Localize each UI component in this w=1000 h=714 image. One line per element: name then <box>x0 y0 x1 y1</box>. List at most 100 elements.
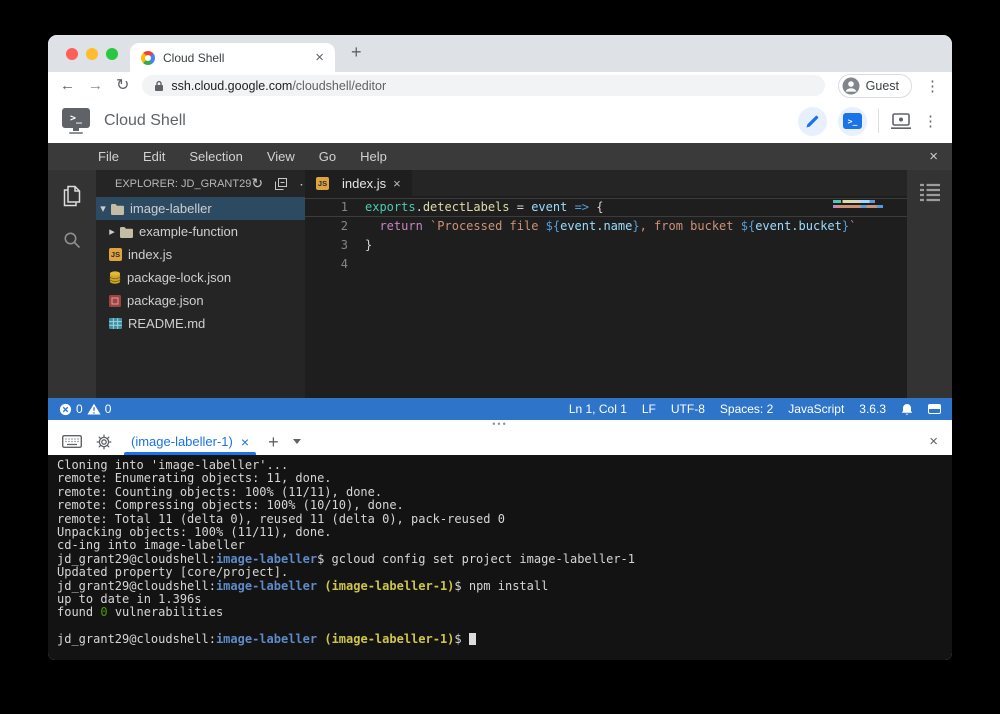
terminal[interactable]: Cloning into 'image-labeller'... remote: … <box>48 455 952 660</box>
chevron-right-icon <box>107 225 117 238</box>
terminal-token: jd_grant29@cloudshell: <box>57 632 216 646</box>
activity-bar <box>48 170 96 398</box>
tab-close-icon[interactable] <box>315 50 324 65</box>
forward-icon[interactable] <box>88 78 103 93</box>
bell-icon[interactable] <box>901 403 913 416</box>
back-icon[interactable] <box>60 78 75 93</box>
minimap-line <box>833 200 895 203</box>
url-path: /cloudshell/editor <box>292 79 386 93</box>
terminal-line: jd_grant29@cloudshell:image-labeller (im… <box>57 633 943 646</box>
refresh-icon[interactable] <box>251 175 263 192</box>
tree-item-label: example-function <box>139 224 238 239</box>
minimap-line <box>833 205 890 208</box>
tree-item-image-labeller[interactable]: image-labeller <box>96 197 305 220</box>
menu-bar: FileEditSelectionViewGoHelp <box>48 143 952 170</box>
open-editor-button[interactable] <box>798 107 827 136</box>
status-item[interactable]: JavaScript <box>788 402 844 416</box>
tree-item-package.json[interactable]: package.json <box>96 289 305 312</box>
profile-button[interactable]: Guest <box>838 74 912 98</box>
menu-item-view[interactable]: View <box>255 149 307 164</box>
code-line-text: exports.detectLabels = event => { <box>365 198 603 217</box>
terminal-panel-header: (image-labeller-1) <box>48 420 952 455</box>
status-item[interactable]: Spaces: 2 <box>720 402 773 416</box>
editor-tab-close-icon[interactable] <box>393 177 401 190</box>
zoom-window-button[interactable] <box>106 48 118 60</box>
minimize-window-button[interactable] <box>86 48 98 60</box>
close-window-button[interactable] <box>66 48 78 60</box>
new-terminal-icon[interactable] <box>268 433 279 451</box>
tree-item-label: package-lock.json <box>127 270 231 285</box>
browser-menu-icon[interactable] <box>925 77 940 95</box>
status-item[interactable]: UTF-8 <box>671 402 705 416</box>
terminal-line: jd_grant29@cloudshell:image-labeller$ gc… <box>57 553 943 566</box>
explorer-icon[interactable] <box>62 185 82 207</box>
chevron-down-icon <box>98 202 108 215</box>
status-item[interactable]: Ln 1, Col 1 <box>569 402 627 416</box>
desktop-background: { "browser": { "tab_title": "Cloud Shell… <box>0 0 1000 714</box>
terminal-tab[interactable]: (image-labeller-1) <box>126 428 254 455</box>
menu-item-selection[interactable]: Selection <box>177 149 254 164</box>
web-preview-icon[interactable] <box>890 113 912 130</box>
address-bar[interactable]: ssh.cloud.google.com/cloudshell/editor <box>142 75 824 96</box>
header-divider <box>878 109 879 133</box>
menu-item-go[interactable]: Go <box>307 149 348 164</box>
editor-close-icon[interactable] <box>929 148 938 165</box>
cloud-shell-favicon <box>141 51 155 65</box>
code-token <box>567 200 574 214</box>
pencil-icon <box>805 114 820 129</box>
terminal-token: $ npm install <box>454 579 548 593</box>
panel-resize-grip[interactable] <box>48 420 952 428</box>
terminal-line: Unpacking objects: 100% (11/11), done. <box>57 526 943 539</box>
terminal-dropdown-icon[interactable] <box>293 439 301 444</box>
toggle-panel-icon[interactable] <box>928 404 941 414</box>
code-token: return <box>379 219 422 233</box>
terminal-cursor <box>469 633 476 645</box>
terminal-line: found 0 vulnerabilities <box>57 606 943 619</box>
tree-item-index.js[interactable]: JSindex.js <box>96 243 305 266</box>
open-terminal-button[interactable]: >_ <box>838 107 867 136</box>
terminal-token: Cloning into 'image-labeller'... <box>57 458 288 472</box>
status-item[interactable]: LF <box>642 402 656 416</box>
browser-tab[interactable]: Cloud Shell <box>130 43 335 72</box>
tree-item-package-lock.json[interactable]: package-lock.json <box>96 266 305 289</box>
terminal-token: image-labeller <box>216 552 317 566</box>
outline-list-icon[interactable] <box>919 183 941 202</box>
terminal-token: remote: Total 11 (delta 0), reused 11 (d… <box>57 512 505 526</box>
line-number: 3 <box>305 236 365 255</box>
terminal-token: jd_grant29@cloudshell: <box>57 552 216 566</box>
menu-item-file[interactable]: File <box>86 149 131 164</box>
profile-label: Guest <box>866 79 899 93</box>
new-tab-button[interactable] <box>351 42 362 63</box>
line-number: 2 <box>305 217 365 236</box>
collapse-all-icon[interactable] <box>274 177 288 191</box>
minimap[interactable] <box>833 200 895 208</box>
reload-icon[interactable] <box>116 78 129 94</box>
keyboard-icon[interactable] <box>62 435 82 448</box>
search-icon[interactable] <box>63 231 81 249</box>
terminal-token: Updated property [core/project]. <box>57 565 288 579</box>
gear-icon[interactable] <box>96 434 112 450</box>
menu-item-edit[interactable]: Edit <box>131 149 177 164</box>
code-area[interactable]: 1exports.detectLabels = event => {2 retu… <box>305 196 907 398</box>
code-token: ${ <box>546 219 560 233</box>
terminal-line: up to date in 1.396s <box>57 593 943 606</box>
terminal-tab-label: (image-labeller-1) <box>131 434 233 449</box>
header-more-icon[interactable] <box>923 112 938 130</box>
right-rail <box>907 170 952 398</box>
editor-tab-indexjs[interactable]: JS index.js <box>305 170 412 196</box>
terminal-panel-close-icon[interactable] <box>929 433 938 450</box>
code-token: } <box>632 219 639 233</box>
status-item[interactable]: 3.6.3 <box>859 402 886 416</box>
warning-count: 0 <box>105 402 112 416</box>
code-token: ` <box>849 219 856 233</box>
menu-item-help[interactable]: Help <box>348 149 399 164</box>
code-line: 3} <box>305 236 907 255</box>
terminal-token: $ gcloud config set project image-labell… <box>317 552 635 566</box>
problems-indicator[interactable]: 0 0 <box>59 402 111 416</box>
tree-item-README.md[interactable]: README.md <box>96 312 305 335</box>
terminal-token: image-labeller <box>216 632 317 646</box>
terminal-tab-close-icon[interactable] <box>241 435 249 449</box>
code-token: , from bucket <box>640 219 741 233</box>
tree-item-example-function[interactable]: example-function <box>96 220 305 243</box>
editor-tab-label: index.js <box>342 176 386 191</box>
